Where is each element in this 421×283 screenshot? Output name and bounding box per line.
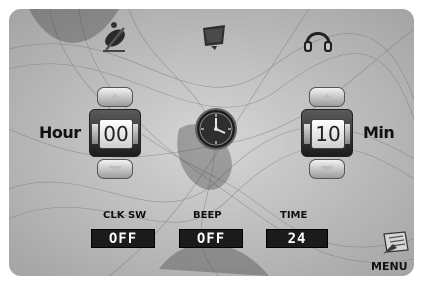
beep-label: BEEP	[193, 210, 222, 221]
hour-up-button[interactable]	[97, 87, 133, 107]
time-format-value[interactable]: 24	[266, 229, 328, 248]
headphones-icon[interactable]	[302, 24, 334, 54]
clock-switch-label: CLK SW	[103, 210, 147, 221]
satellite-dish-icon[interactable]	[97, 20, 131, 54]
hour-value-frame: 00	[89, 109, 141, 157]
min-label: Min	[363, 123, 395, 142]
time-format-label: TIME	[280, 210, 308, 221]
display-icon[interactable]	[199, 22, 229, 52]
hour-label: Hour	[39, 123, 81, 142]
min-down-button[interactable]	[309, 159, 345, 179]
hour-spinner: 00	[89, 87, 141, 179]
menu-label[interactable]: MENU	[371, 260, 408, 273]
menu-icon[interactable]	[381, 230, 411, 256]
beep-value[interactable]: OFF	[179, 229, 243, 248]
hour-value: 00	[99, 119, 133, 149]
min-value-frame: 10	[301, 109, 353, 157]
clock-icon[interactable]	[194, 107, 238, 151]
up-arrow-icon	[108, 94, 122, 100]
hour-down-button[interactable]	[97, 159, 133, 179]
min-spinner: 10	[301, 87, 353, 179]
screen: Hour 00 10 Min CLK SW OFF BEEP OFF TIME	[9, 9, 414, 276]
down-arrow-icon	[108, 166, 122, 172]
down-arrow-icon	[320, 166, 334, 172]
min-up-button[interactable]	[309, 87, 345, 107]
min-value: 10	[311, 119, 345, 149]
up-arrow-icon	[320, 94, 334, 100]
clock-switch-value[interactable]: OFF	[91, 229, 155, 248]
